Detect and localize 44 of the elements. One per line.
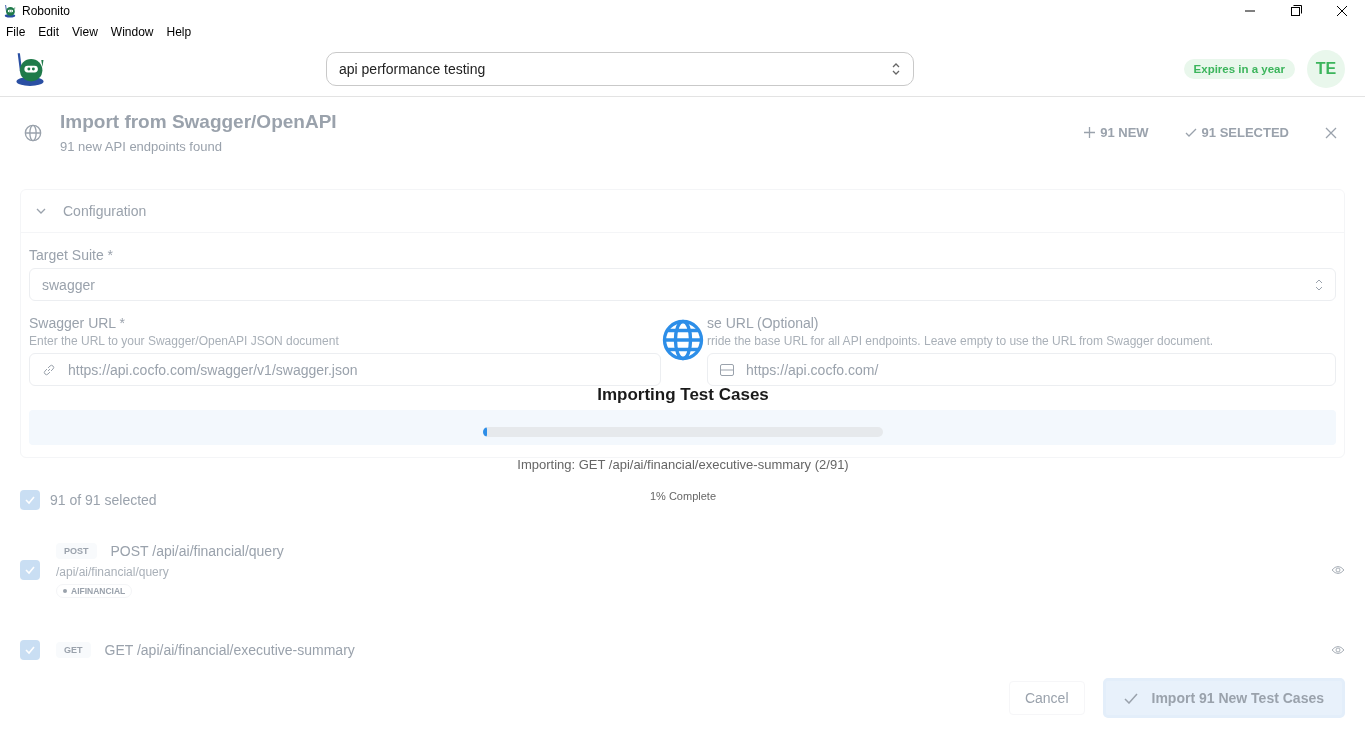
eye-icon[interactable] — [1331, 645, 1345, 655]
window-title: Robonito — [22, 4, 72, 18]
endpoint-title: GET /api/ai/financial/executive-summary — [104, 642, 355, 658]
license-badge: Expires in a year — [1183, 59, 1295, 79]
checkbox[interactable] — [20, 640, 40, 660]
search-select[interactable]: api performance testing — [326, 52, 914, 86]
chevron-up-down-icon — [1315, 278, 1323, 291]
selected-count-badge: 91 SELECTED — [1184, 125, 1289, 140]
endpoint-title: POST /api/ai/financial/query — [110, 542, 284, 559]
field-help: rride the base URL for all API endpoints. Leave empty to use the URL from Swagger document. — [707, 334, 1215, 348]
field-label: Swagger URL * — [29, 315, 126, 331]
menu-item[interactable]: File — [6, 25, 32, 39]
check-icon — [24, 564, 36, 576]
field-help: Enter the URL to your Swagger/OpenAPI JSON document — [29, 334, 340, 348]
chevron-up-down-icon — [891, 62, 901, 76]
check-icon — [24, 494, 36, 506]
close-icon[interactable] — [1325, 127, 1337, 139]
menu-item[interactable]: Window — [110, 25, 160, 39]
checkbox[interactable] — [20, 490, 40, 510]
globe-icon — [24, 124, 42, 142]
menu-item[interactable]: Edit — [38, 25, 66, 39]
dialog-title: Import from Swagger/OpenAPI — [60, 111, 337, 133]
checkbox[interactable] — [20, 560, 40, 580]
menu-item[interactable]: View — [72, 25, 104, 39]
check-icon — [24, 644, 36, 656]
method-badge: GET — [56, 642, 91, 658]
menu-item[interactable]: Help — [166, 25, 198, 39]
field-label: Target Suite * — [29, 247, 115, 263]
progress-percent: 1% Complete — [649, 490, 716, 502]
selection-count: 91 of 91 selected — [50, 492, 157, 508]
globe-icon — [662, 319, 704, 361]
method-badge: POST — [56, 542, 97, 559]
robot-logo — [3, 4, 17, 18]
new-count-badge: 91 NEW — [1084, 125, 1149, 140]
dialog-subtitle: 91 new API endpoints found — [60, 139, 223, 154]
check-icon — [1123, 692, 1138, 704]
section-title: Configuration — [63, 203, 147, 219]
progress-title: Importing Test Cases — [597, 385, 769, 405]
field-label: se URL (Optional) — [707, 315, 820, 331]
endpoint-path: /api/ai/financial/query — [56, 564, 170, 579]
link-icon — [42, 362, 56, 377]
progress-status: Importing: GET /api/ai/financial/executive-summary (2/91) — [517, 457, 849, 472]
server-icon — [720, 363, 734, 376]
eye-icon[interactable] — [1331, 565, 1345, 575]
